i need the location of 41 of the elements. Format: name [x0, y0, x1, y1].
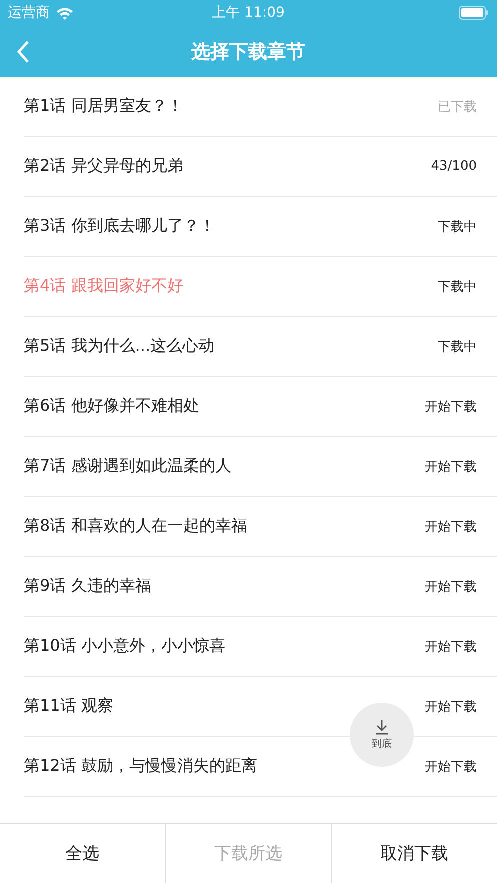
- chapter-title: 第12话 鼓励，与慢慢消失的距离: [24, 756, 258, 777]
- clock-time: 上午 11:09: [212, 4, 285, 22]
- chapter-row[interactable]: 第4话 跟我回家好不好 下载中: [24, 257, 497, 317]
- chapter-title: 第1话 同居男室友？！: [24, 96, 184, 117]
- battery-icon: [459, 6, 489, 20]
- download-status[interactable]: 下载中: [438, 218, 477, 236]
- chapter-title: 第8话 和喜欢的人在一起的幸福: [24, 516, 248, 537]
- chapter-row[interactable]: 第5话 我为什么...这么心动 下载中: [24, 317, 497, 377]
- download-status[interactable]: 开始下载: [425, 578, 477, 596]
- download-status[interactable]: 下载中: [438, 338, 477, 356]
- chapter-title: 第4话 跟我回家好不好: [24, 276, 184, 297]
- chapter-title: 第6话 他好像并不难相处: [24, 396, 200, 417]
- download-status[interactable]: 43/100: [431, 159, 477, 174]
- download-status[interactable]: 开始下载: [425, 458, 477, 476]
- download-status[interactable]: 开始下载: [425, 638, 477, 656]
- carrier-name: 运营商: [8, 4, 50, 22]
- chapter-row[interactable]: 第8话 和喜欢的人在一起的幸福 开始下载: [24, 497, 497, 557]
- chapter-title: 第2话 异父异母的兄弟: [24, 156, 184, 177]
- download-status[interactable]: 下载中: [438, 278, 477, 296]
- chapter-title: 第5话 我为什么...这么心动: [24, 336, 215, 357]
- chapter-row[interactable]: 第9话 久违的幸福 开始下载: [24, 557, 497, 617]
- chapter-title: 第10话 小小意外，小小惊喜: [24, 636, 226, 657]
- chapter-title: 第11话 观察: [24, 696, 114, 717]
- chapter-row[interactable]: 第6话 他好像并不难相处 开始下载: [24, 377, 497, 437]
- chapter-row[interactable]: 第3话 你到底去哪儿了？！ 下载中: [24, 197, 497, 257]
- scroll-to-bottom-button[interactable]: 到底: [350, 703, 414, 767]
- chapter-row[interactable]: 第2话 异父异母的兄弟 43/100: [24, 137, 497, 197]
- download-status[interactable]: 开始下载: [425, 398, 477, 416]
- download-status[interactable]: 开始下载: [425, 698, 477, 716]
- page-title: 选择下载章节: [192, 40, 306, 64]
- chapter-row[interactable]: 第7话 感谢遇到如此温柔的人 开始下载: [24, 437, 497, 497]
- download-arrow-icon: [375, 719, 389, 735]
- chapter-title: 第7话 感谢遇到如此温柔的人: [24, 456, 232, 477]
- back-icon[interactable]: [16, 40, 30, 64]
- chapter-title: 第9话 久违的幸福: [24, 576, 152, 597]
- download-status[interactable]: 开始下载: [425, 518, 477, 536]
- wifi-icon: [56, 6, 74, 20]
- download-status[interactable]: 开始下载: [425, 758, 477, 776]
- chapter-row[interactable]: 第1话 同居男室友？！ 已下载: [24, 77, 497, 137]
- chapter-title: 第3话 你到底去哪儿了？！: [24, 216, 216, 237]
- chapter-row[interactable]: 第10话 小小意外，小小惊喜 开始下载: [24, 617, 497, 677]
